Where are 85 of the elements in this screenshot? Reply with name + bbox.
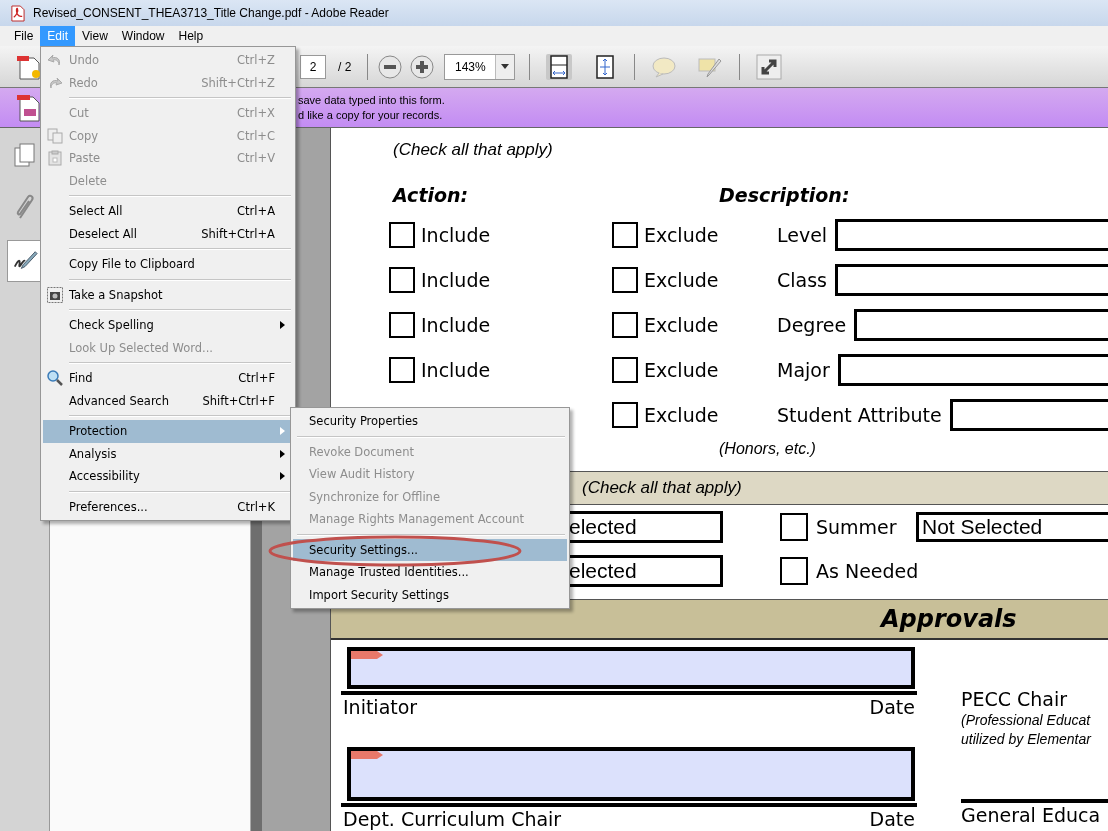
menu-item[interactable]: Find Ctrl+F: [43, 367, 293, 390]
signature-label: Initiator: [343, 695, 418, 719]
field-label: Level: [777, 223, 828, 246]
checkbox[interactable]: [780, 557, 808, 585]
checkbox[interactable]: [612, 266, 638, 293]
checkbox-label: Exclude: [644, 223, 719, 246]
menu-item[interactable]: Advanced Search Shift+Ctrl+F: [43, 389, 293, 412]
signature-field[interactable]: [347, 747, 915, 801]
checkbox[interactable]: [612, 311, 638, 338]
field-label: Class: [777, 268, 827, 291]
field-note: (Honors, etc.): [719, 439, 817, 459]
clipboard-icon: [47, 150, 63, 167]
notice-text: d like a copy for your records.: [298, 107, 444, 123]
window-title: Revised_CONSENT_THEA3713_Title Change.pdf - Adobe Reader: [33, 6, 389, 20]
checkbox-label: Exclude: [644, 313, 719, 336]
checkbox[interactable]: [612, 356, 638, 383]
checkbox-label: Exclude: [644, 403, 719, 426]
copy-icon: [47, 127, 63, 144]
signature-note: utilized by Elementar: [961, 730, 1093, 749]
section-heading: Description:: [719, 184, 850, 208]
checkbox[interactable]: [612, 221, 638, 248]
notice-text: save data typed into this form.: [298, 92, 445, 108]
search-icon: [47, 370, 63, 387]
dropdown-arrow-icon: [501, 64, 510, 69]
menu-item[interactable]: Take a Snapshot: [43, 283, 293, 306]
menu-item[interactable]: View: [75, 26, 115, 46]
text-field[interactable]: [835, 263, 1108, 296]
menu-item[interactable]: Deselect All Shift+Ctrl+A: [43, 222, 293, 245]
checkbox-label: Exclude: [644, 268, 719, 291]
checkbox[interactable]: [612, 401, 638, 428]
text-field[interactable]: [949, 398, 1108, 431]
checkbox[interactable]: [780, 513, 808, 541]
menu-item[interactable]: File: [7, 26, 41, 46]
dropdown-field[interactable]: Not Selected: [916, 512, 1108, 542]
camera-icon: [47, 286, 63, 303]
signature-label: Dept. Curriculum Chair: [343, 807, 562, 831]
checkbox-label: Include: [421, 313, 491, 336]
section-instruction: (Check all that apply): [582, 478, 742, 498]
pdf-icon: [10, 4, 25, 22]
checkbox-label: Include: [421, 223, 491, 246]
menu-item[interactable]: Protection: [43, 420, 293, 443]
text-field[interactable]: [837, 353, 1108, 386]
field-label: Degree: [777, 313, 847, 336]
date-label: Date: [869, 695, 915, 719]
full-screen-icon[interactable]: [756, 53, 783, 80]
page-total: / 2: [338, 59, 352, 74]
section-heading: Approvals: [881, 605, 1017, 633]
signature-icon[interactable]: [6, 240, 43, 282]
zoom-out-icon[interactable]: [378, 54, 403, 79]
menu-item[interactable]: Select All Ctrl+A: [43, 200, 293, 223]
zoom-in-icon[interactable]: [410, 54, 435, 79]
checkbox-label: Exclude: [644, 358, 719, 381]
signature-label: PECC Chair: [961, 687, 1069, 711]
field-label: Student Attribute: [777, 403, 942, 426]
menu-item[interactable]: Help: [171, 26, 211, 46]
signature-field[interactable]: [347, 647, 915, 689]
form-instruction: (Check all that apply): [393, 140, 554, 161]
section-heading: Action:: [393, 184, 470, 208]
menu-item[interactable]: Copy File to Clipboard: [43, 253, 293, 276]
signature-label: General Educa: [961, 803, 1102, 827]
tag-icon: [351, 651, 383, 659]
checkbox-label: Summer: [816, 516, 898, 538]
menu-item[interactable]: Analysis: [43, 442, 293, 465]
checkbox[interactable]: [389, 221, 415, 248]
page-number-field[interactable]: 2: [300, 54, 326, 79]
field-label: Major: [777, 358, 830, 381]
fit-width-icon[interactable]: [546, 53, 573, 80]
text-field[interactable]: [835, 218, 1108, 251]
tag-icon: [351, 751, 383, 759]
text-field[interactable]: [854, 308, 1108, 341]
menu-item[interactable]: Preferences... Ctrl+K: [43, 495, 293, 518]
checkbox-label: As Needed: [816, 560, 916, 582]
form-icon: [16, 92, 42, 123]
menu-item[interactable]: Window: [114, 26, 172, 46]
menu-item[interactable]: Security Properties: [293, 410, 567, 433]
checkbox[interactable]: [389, 356, 415, 383]
menu-item[interactable]: Accessibility: [43, 465, 293, 488]
menu-item[interactable]: Check Spelling: [43, 314, 293, 337]
checkbox[interactable]: [389, 311, 415, 338]
signature-note: (Professional Educat: [961, 711, 1092, 730]
checkbox-label: Include: [421, 268, 491, 291]
zoom-dropdown[interactable]: 143%: [444, 53, 516, 80]
checkbox-label: Include: [421, 358, 491, 381]
checkbox[interactable]: [389, 266, 415, 293]
date-label: Date: [869, 807, 915, 831]
